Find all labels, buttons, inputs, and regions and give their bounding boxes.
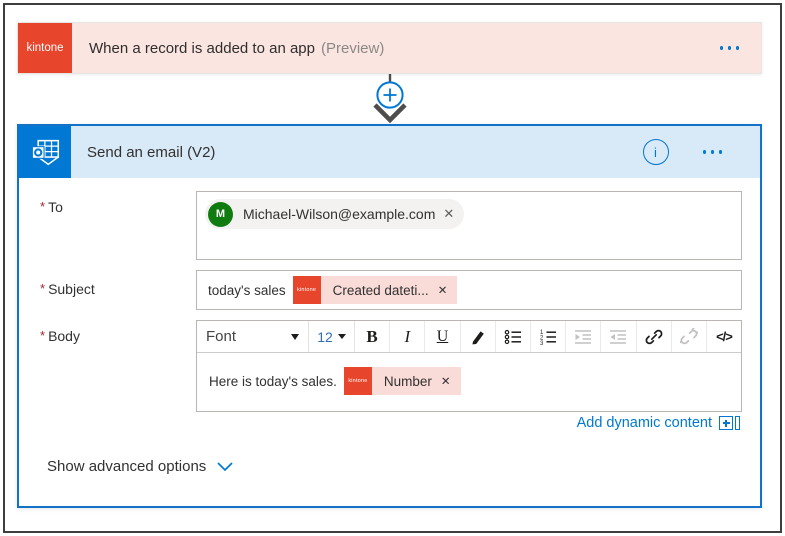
recipient-email: Michael-Wilson@example.com: [243, 206, 435, 222]
outdent-icon: [609, 329, 627, 345]
show-advanced-options-toggle[interactable]: Show advanced options: [47, 458, 233, 475]
chevron-down-icon: [217, 462, 233, 471]
font-family-dropdown[interactable]: Font: [197, 321, 309, 352]
info-icon[interactable]: i: [643, 139, 669, 165]
action-card-header[interactable]: Send an email (V2) i: [19, 126, 760, 178]
to-input[interactable]: M Michael-Wilson@example.com ✕: [196, 191, 742, 260]
kintone-connector-icon: kintone: [18, 23, 72, 73]
remove-recipient-icon[interactable]: ✕: [443, 206, 454, 222]
insert-link-button[interactable]: [637, 321, 672, 352]
link-icon: [645, 328, 663, 346]
italic-button[interactable]: I: [390, 321, 425, 352]
svg-text:3: 3: [540, 341, 544, 345]
bullet-list-icon: [504, 329, 522, 345]
action-more-options-icon[interactable]: [703, 150, 723, 154]
outlook-connector-icon: [19, 126, 71, 178]
rich-text-toolbar: Font 12 B I U: [197, 321, 741, 353]
remove-link-button: [672, 321, 707, 352]
trigger-title-area: When a record is added to an app (Previe…: [72, 23, 761, 73]
bullet-list-button[interactable]: [496, 321, 531, 352]
dynamic-token-number[interactable]: kintone Number ✕: [344, 367, 461, 395]
trigger-card-kintone[interactable]: kintone When a record is added to an app…: [17, 22, 762, 74]
trigger-preview-badge: (Preview): [321, 40, 384, 57]
numbered-list-icon: 1 2 3: [539, 329, 557, 345]
indent-icon: [574, 329, 592, 345]
remove-token-icon[interactable]: ✕: [441, 374, 451, 388]
token-label: Created dateti...: [333, 283, 429, 298]
action-title-area: Send an email (V2) i: [71, 126, 760, 178]
action-title: Send an email (V2): [87, 144, 215, 161]
kintone-token-icon: kintone: [293, 276, 321, 304]
subject-label: *Subject: [40, 281, 95, 297]
chevron-down-icon: [291, 334, 299, 340]
action-card-body: *To M Michael-Wilson@example.com ✕ *Subj…: [19, 178, 760, 506]
code-view-button[interactable]: </>: [707, 321, 741, 352]
insert-step-button[interactable]: [377, 82, 402, 107]
font-size-dropdown[interactable]: 12: [309, 321, 355, 352]
flow-designer-canvas: kintone When a record is added to an app…: [0, 0, 785, 536]
body-content-area[interactable]: Here is today's sales. kintone Number ✕: [197, 353, 741, 395]
text-color-pen-button[interactable]: [461, 321, 496, 352]
underline-button[interactable]: U: [425, 321, 460, 352]
dynamic-token-created-datetime[interactable]: kintone Created dateti... ✕: [293, 276, 458, 304]
action-card-send-email: Send an email (V2) i *To M Michael-Wilso…: [17, 124, 762, 508]
add-dynamic-content-link[interactable]: Add dynamic content: [577, 415, 740, 431]
recipient-avatar: M: [208, 202, 233, 227]
bold-button[interactable]: B: [355, 321, 390, 352]
add-dynamic-content-icon: [719, 416, 740, 430]
body-label: *Body: [40, 328, 80, 344]
kintone-token-icon: kintone: [344, 367, 372, 395]
decrease-indent-button: [601, 321, 636, 352]
pen-icon: [470, 329, 486, 345]
body-text: Here is today's sales.: [209, 374, 337, 389]
subject-text: today's sales: [208, 283, 286, 298]
trigger-more-options-icon[interactable]: [720, 46, 740, 50]
subject-input[interactable]: today's sales kintone Created dateti... …: [196, 270, 742, 310]
step-connector: [369, 74, 411, 124]
body-rich-text-editor: Font 12 B I U: [196, 320, 742, 412]
kintone-icon-label: kintone: [26, 42, 63, 54]
unlink-icon: [680, 328, 698, 346]
numbered-list-button[interactable]: 1 2 3: [531, 321, 566, 352]
token-label: Number: [384, 374, 432, 389]
chevron-down-icon: [338, 334, 346, 339]
remove-token-icon[interactable]: ✕: [438, 283, 448, 297]
trigger-title: When a record is added to an app: [89, 40, 315, 57]
increase-indent-button: [566, 321, 601, 352]
recipient-chip[interactable]: M Michael-Wilson@example.com ✕: [205, 199, 464, 229]
to-label: *To: [40, 199, 63, 215]
